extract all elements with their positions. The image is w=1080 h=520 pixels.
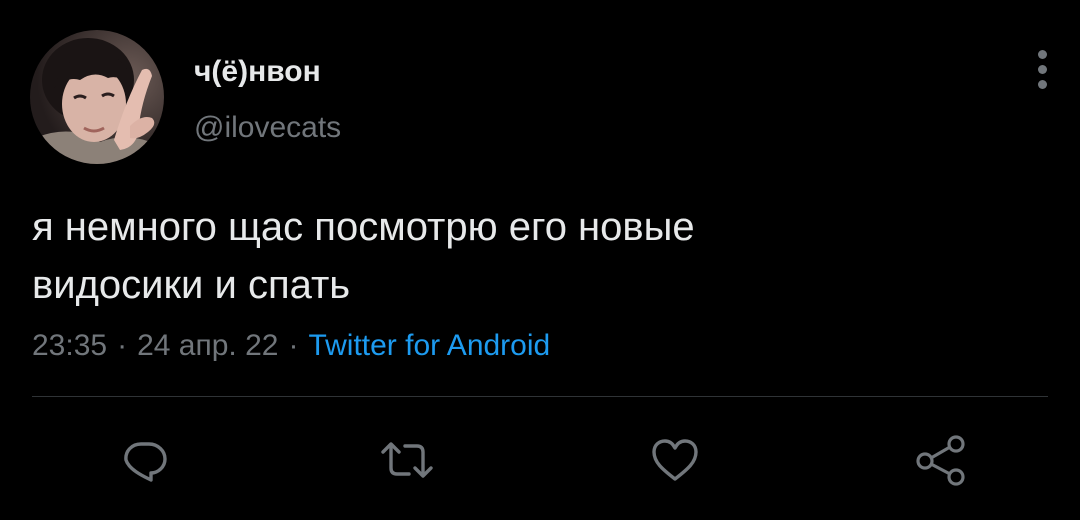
share-button[interactable]: [906, 425, 976, 495]
author-info: ч(ё)нвон @ilovecats: [194, 54, 341, 146]
like-icon: [652, 439, 698, 481]
avatar-image: [30, 30, 164, 164]
tweet-time[interactable]: 23:35: [32, 329, 107, 362]
more-dot: [1037, 79, 1047, 89]
tweet-text: я немного щас посмотрю его новые видосик…: [32, 205, 695, 307]
retweet-button[interactable]: [372, 425, 442, 495]
author-handle[interactable]: @ilovecats: [194, 110, 341, 146]
author-display-name[interactable]: ч(ё)нвон: [194, 54, 341, 90]
meta-separator: ·: [117, 329, 128, 362]
avatar[interactable]: [30, 30, 164, 164]
action-bar: [0, 425, 1080, 495]
share-icon: [916, 435, 965, 486]
tweet-meta: 23:35 · 24 апр. 22 · Twitter for Android: [32, 328, 550, 364]
reply-button[interactable]: [110, 425, 180, 495]
tweet-source-link[interactable]: Twitter for Android: [308, 329, 550, 362]
meta-separator: ·: [288, 329, 299, 362]
more-dot: [1037, 49, 1047, 59]
tweet-date[interactable]: 24 апр. 22: [137, 329, 278, 362]
divider: [32, 396, 1048, 397]
like-button[interactable]: [640, 425, 710, 495]
more-options-button[interactable]: [1020, 46, 1064, 92]
reply-icon: [124, 442, 167, 482]
retweet-icon: [381, 442, 433, 478]
tweet-card: ч(ё)нвон @ilovecats я немного щас посмот…: [0, 0, 1080, 520]
more-dot: [1037, 64, 1047, 74]
